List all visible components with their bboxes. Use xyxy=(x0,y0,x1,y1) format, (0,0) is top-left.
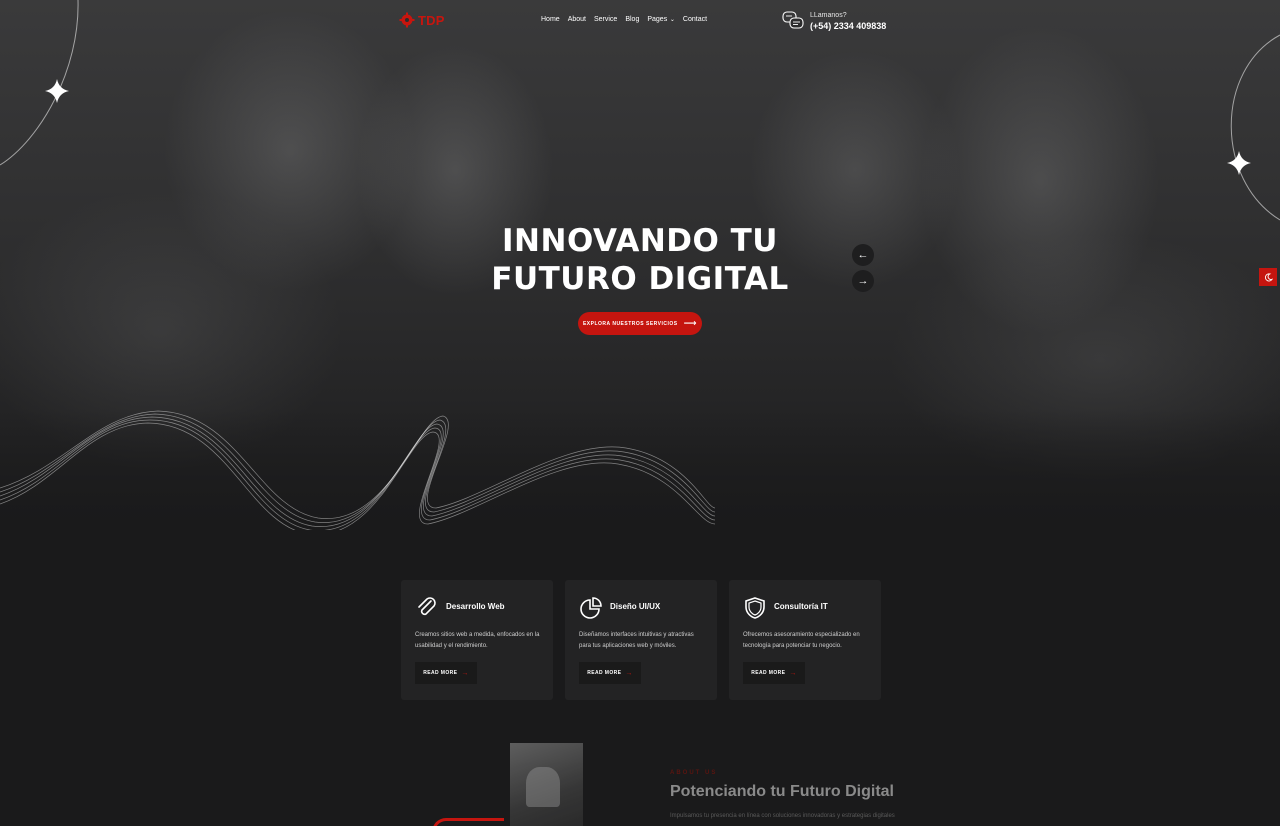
service-card: Consultoría IT Ofrecemos asesoramiento e… xyxy=(729,580,881,700)
call-label: LLamanos? xyxy=(810,11,847,19)
nav-contact[interactable]: Contact xyxy=(683,16,707,23)
nav-pages[interactable]: Pages ⌄ xyxy=(647,16,675,23)
service-description: Creamos sitios web a medida, enfocados e… xyxy=(415,632,540,649)
service-title: Desarrollo Web xyxy=(446,602,505,611)
sparkle-icon xyxy=(45,79,69,103)
hero-title: INNOVANDO TU FUTURO DIGITAL xyxy=(440,222,840,298)
nav-service[interactable]: Service xyxy=(594,16,617,23)
about-text: Impulsamos tu presencia en línea con sol… xyxy=(670,813,895,819)
nav-blog[interactable]: Blog xyxy=(625,16,639,23)
long-arrow-right-icon: ⟶ xyxy=(683,318,698,328)
arrow-right-icon: → xyxy=(857,275,869,287)
about-title: Potenciando tu Futuro Digital xyxy=(670,783,894,800)
service-description: Diseñamos interfaces intuitivas y atract… xyxy=(579,632,694,649)
decor-arc-right xyxy=(1230,34,1280,221)
paperclip-icon xyxy=(418,597,436,616)
nav-pages-label: Pages xyxy=(647,16,668,23)
arrow-right-icon: → xyxy=(625,669,633,677)
nav-about[interactable]: About xyxy=(568,16,586,23)
moon-icon xyxy=(1264,272,1273,281)
service-description: Ofrecemos asesoramiento especializado en… xyxy=(743,632,860,649)
service-title: Consultoría IT xyxy=(774,602,828,611)
about-accent-shape xyxy=(432,818,504,826)
services-section: Desarrollo Web Creamos sitios web a medi… xyxy=(401,580,881,700)
hero-title-line-2: FUTURO DIGITAL xyxy=(491,261,789,297)
chat-bubbles-icon xyxy=(782,11,804,29)
call-info[interactable]: LLamanos? (+54) 2334 409838 xyxy=(782,11,886,31)
pie-chart-icon xyxy=(580,597,602,619)
main-menu: Home About Service Blog Pages ⌄ Contact xyxy=(541,16,707,23)
about-kicker: ABOUT US xyxy=(670,770,718,776)
arrow-left-icon: ← xyxy=(857,249,869,261)
slider-prev-button[interactable]: ← xyxy=(852,244,874,266)
explore-services-button[interactable]: EXPLORA NUESTROS SERVICIOS ⟶ xyxy=(578,312,702,335)
arrow-right-icon: → xyxy=(461,669,469,677)
read-more-label: READ MORE xyxy=(587,670,622,676)
shield-icon xyxy=(745,597,765,619)
service-card: Diseño UI/UX Diseñamos interfaces intuit… xyxy=(565,580,717,700)
dark-mode-toggle[interactable] xyxy=(1259,268,1277,286)
cta-label: EXPLORA NUESTROS SERVICIOS xyxy=(582,320,678,327)
call-phone[interactable]: (+54) 2334 409838 xyxy=(810,21,886,31)
logo[interactable]: TDP xyxy=(399,12,445,28)
about-image xyxy=(510,743,583,826)
read-more-button[interactable]: READ MORE → xyxy=(579,662,641,684)
chevron-down-icon: ⌄ xyxy=(668,17,675,23)
gear-logo-icon xyxy=(399,12,415,28)
read-more-label: READ MORE xyxy=(423,670,458,676)
arrow-right-icon: → xyxy=(789,669,797,677)
nav-home[interactable]: Home xyxy=(541,16,560,23)
read-more-button[interactable]: READ MORE → xyxy=(415,662,477,684)
decor-waves xyxy=(0,410,716,530)
hero-title-line-1: INNOVANDO TU xyxy=(502,223,778,259)
service-card: Desarrollo Web Creamos sitios web a medi… xyxy=(401,580,553,700)
read-more-label: READ MORE xyxy=(751,670,786,676)
logo-text: TDP xyxy=(418,12,445,28)
read-more-button[interactable]: READ MORE → xyxy=(743,662,805,684)
service-title: Diseño UI/UX xyxy=(610,602,661,611)
top-navbar: TDP Home About Service Blog Pages ⌄ Cont… xyxy=(0,0,1280,42)
sparkle-icon xyxy=(1227,151,1251,175)
slider-next-button[interactable]: → xyxy=(852,270,874,292)
